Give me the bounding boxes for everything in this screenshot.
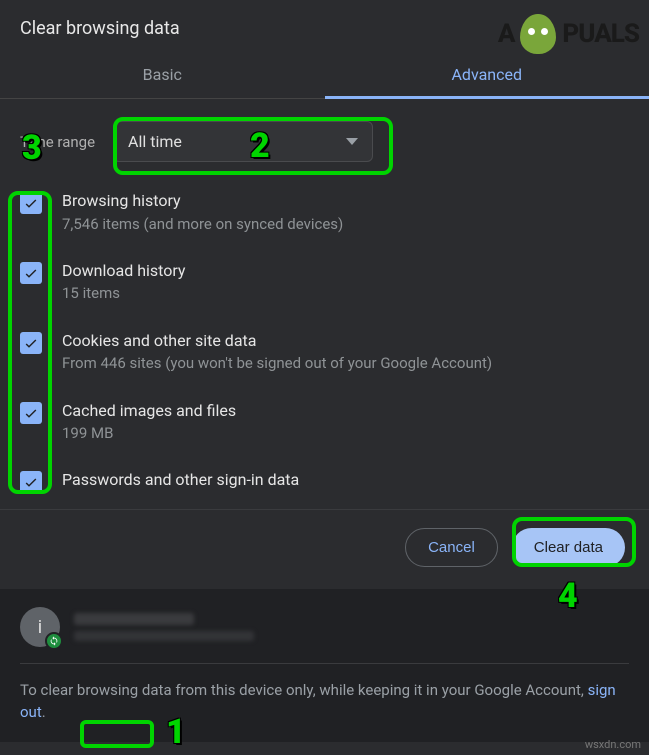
option-text: Cookies and other site data From 446 sit… <box>62 330 629 374</box>
time-range-value: All time <box>128 132 182 151</box>
option-sub: 15 items <box>62 283 629 303</box>
option-title: Cached images and files <box>62 400 629 422</box>
option-title: Download history <box>62 260 629 282</box>
check-icon <box>23 195 39 211</box>
site-credit: wsxdn.com <box>585 738 641 751</box>
clear-browsing-data-dialog: Clear browsing data Basic Advanced Time … <box>0 0 649 742</box>
checkbox-cached[interactable] <box>20 402 42 424</box>
cancel-button[interactable]: Cancel <box>405 528 498 567</box>
account-row: i <box>20 607 629 664</box>
time-range-select[interactable]: All time <box>113 121 373 162</box>
account-section: i To clear browsing data from this devic… <box>0 589 649 742</box>
tab-advanced[interactable]: Advanced <box>325 51 649 98</box>
option-cached[interactable]: Cached images and files 199 MB <box>20 390 629 460</box>
checkbox-cookies[interactable] <box>20 332 42 354</box>
avatar-initial: i <box>38 617 42 638</box>
check-icon <box>23 474 39 490</box>
appuals-watermark: A PUALS <box>498 14 639 54</box>
time-range-label: Time range <box>20 133 95 151</box>
option-sub: 7,546 items (and more on synced devices) <box>62 214 629 234</box>
dialog-tabs: Basic Advanced <box>0 51 649 99</box>
option-sub: 199 MB <box>62 423 629 443</box>
option-title: Browsing history <box>62 190 629 212</box>
option-title: Cookies and other site data <box>62 330 629 352</box>
option-sub: From 446 sites (you won't be signed out … <box>62 353 629 373</box>
option-browsing-history[interactable]: Browsing history 7,546 items (and more o… <box>20 180 629 250</box>
account-email-redacted <box>74 631 254 641</box>
account-info <box>74 613 629 641</box>
checkbox-download-history[interactable] <box>20 262 42 284</box>
option-text: Browsing history 7,546 items (and more o… <box>62 190 629 234</box>
option-text: Cached images and files 199 MB <box>62 400 629 444</box>
option-title: Passwords and other sign-in data <box>62 469 629 491</box>
check-icon <box>23 405 39 421</box>
checkbox-passwords[interactable] <box>20 471 42 493</box>
tab-basic[interactable]: Basic <box>0 51 325 98</box>
footer-note: To clear browsing data from this device … <box>20 664 629 724</box>
sync-badge-icon <box>45 632 63 650</box>
account-name-redacted <box>74 613 194 625</box>
avatar: i <box>20 607 60 647</box>
time-range-row: Time range All time <box>0 99 649 180</box>
watermark-pre: A <box>498 19 515 49</box>
dialog-actions: Cancel Clear data <box>0 509 649 589</box>
footer-text-post: . <box>42 703 46 721</box>
checkbox-browsing-history[interactable] <box>20 192 42 214</box>
appuals-logo-icon <box>520 14 556 54</box>
option-passwords[interactable]: Passwords and other sign-in data <box>20 459 629 509</box>
option-download-history[interactable]: Download history 15 items <box>20 250 629 320</box>
clear-data-button[interactable]: Clear data <box>512 528 625 567</box>
option-text: Passwords and other sign-in data <box>62 469 629 491</box>
check-icon <box>23 335 39 351</box>
option-cookies[interactable]: Cookies and other site data From 446 sit… <box>20 320 629 390</box>
option-text: Download history 15 items <box>62 260 629 304</box>
check-icon <box>23 265 39 281</box>
watermark-post: PUALS <box>562 19 639 49</box>
options-list: Browsing history 7,546 items (and more o… <box>0 180 649 509</box>
chevron-down-icon <box>346 138 358 145</box>
footer-text-pre: To clear browsing data from this device … <box>20 681 588 699</box>
